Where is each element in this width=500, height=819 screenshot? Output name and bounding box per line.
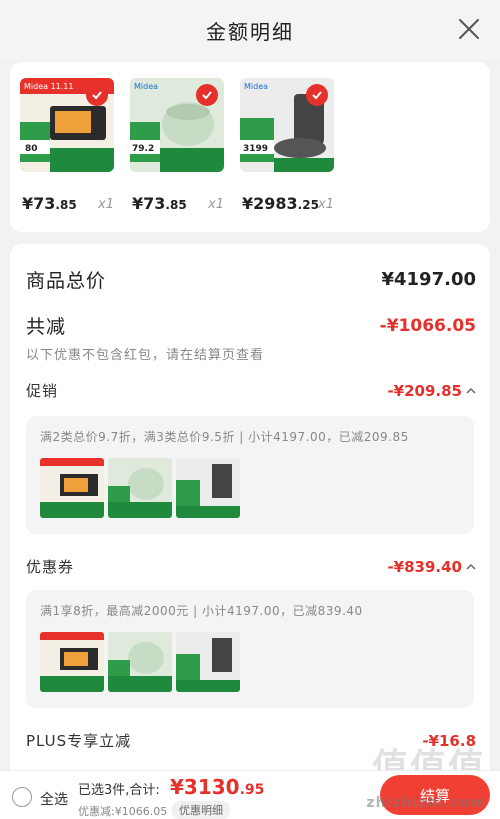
mini-thumbnail	[40, 458, 104, 518]
product-thumbnail[interactable]: Midea 3199	[240, 78, 334, 172]
selected-count: 已选3件,合计:	[78, 783, 160, 798]
selected-check-icon[interactable]	[86, 84, 108, 106]
promo-row[interactable]: 促销 -¥209.85	[26, 380, 476, 401]
discount-total: 优惠减:¥1066.05	[78, 805, 168, 818]
product-price: ¥73.85	[22, 194, 77, 213]
coupon-value[interactable]: -¥839.40	[387, 558, 476, 576]
coupon-row[interactable]: 优惠券 -¥839.40	[26, 556, 476, 577]
coupon-label: 优惠券	[26, 558, 75, 576]
goods-total-value: ¥4197.00	[381, 269, 476, 290]
chevron-up-icon	[466, 387, 476, 394]
mini-thumbnail	[108, 632, 172, 692]
product-badge: Midea	[134, 82, 158, 91]
select-all-label[interactable]: 全选	[40, 789, 68, 809]
product-item[interactable]: Midea 79.2 ¥73.85 x1	[120, 76, 230, 226]
header: 金额明细	[0, 0, 500, 60]
mini-thumbnail	[40, 632, 104, 692]
mini-thumbnail	[176, 458, 240, 518]
product-quantity: x1	[98, 197, 114, 212]
coupon-desc: 满1享8折，最高减2000元 | 小计4197.00，已减839.40	[40, 604, 363, 618]
goods-total-row: 商品总价 ¥4197.00	[26, 266, 476, 293]
product-tag-price: 80	[25, 144, 38, 154]
product-price: ¥2983.25	[242, 194, 319, 213]
bottom-bar: 全选 已选3件,合计: ¥3130.95 优惠减:¥1066.05 优惠明细 结…	[0, 770, 500, 819]
product-tag-price: 3199	[243, 144, 268, 154]
promo-label: 促销	[26, 382, 59, 400]
selected-check-icon[interactable]	[306, 84, 328, 106]
product-item[interactable]: Midea 3199 ¥2983.25 x1	[230, 76, 340, 226]
product-thumbnail[interactable]: Midea 11.11 80	[20, 78, 114, 172]
product-item[interactable]: Midea 11.11 80 ¥73.85 x1	[10, 76, 120, 226]
mini-thumbnail	[108, 458, 172, 518]
discount-note: 以下优惠不包含红包，请在结算页查看	[26, 348, 265, 363]
product-tag-price: 79.2	[132, 144, 154, 154]
product-badge: Midea 11.11	[24, 82, 73, 91]
watermark-text: zhizhizhi.com	[366, 795, 486, 811]
coupon-product-thumbnails	[40, 632, 240, 692]
total-reduce-label: 共减	[26, 316, 67, 338]
page-title: 金额明细	[206, 19, 294, 44]
promo-desc: 满2类总价9.7折，满3类总价9.5折 | 小计4197.00，已减209.85	[40, 430, 409, 444]
promo-product-thumbnails	[40, 458, 240, 518]
summary-card: 商品总价 ¥4197.00 共减 -¥1066.05 以下优惠不包含红包，请在结…	[10, 244, 490, 819]
select-all-radio[interactable]	[12, 787, 32, 807]
mini-thumbnail	[176, 632, 240, 692]
plus-label: PLUS专享立减	[26, 732, 132, 750]
promo-detail-box: 满2类总价9.7折，满3类总价9.5折 | 小计4197.00，已减209.85	[26, 416, 474, 534]
product-quantity: x1	[208, 197, 224, 212]
product-quantity: x1	[318, 197, 334, 212]
chevron-up-icon	[466, 563, 476, 570]
goods-total-label: 商品总价	[26, 270, 107, 292]
products-card: Midea 11.11 80 ¥73.85 x1 Midea 79.2 ¥73.…	[10, 62, 490, 232]
product-badge: Midea	[244, 82, 268, 91]
discount-detail-button[interactable]: 优惠明细	[172, 801, 230, 819]
total-reduce-row: 共减 -¥1066.05	[26, 312, 476, 339]
total-amount: ¥3130.95	[170, 775, 265, 799]
selected-check-icon[interactable]	[196, 84, 218, 106]
coupon-detail-box: 满1享8折，最高减2000元 | 小计4197.00，已减839.40	[26, 590, 474, 708]
product-price: ¥73.85	[132, 194, 187, 213]
close-icon[interactable]	[456, 16, 482, 42]
total-reduce-value: -¥1066.05	[379, 315, 476, 336]
product-thumbnail[interactable]: Midea 79.2	[130, 78, 224, 172]
promo-value[interactable]: -¥209.85	[387, 382, 476, 400]
